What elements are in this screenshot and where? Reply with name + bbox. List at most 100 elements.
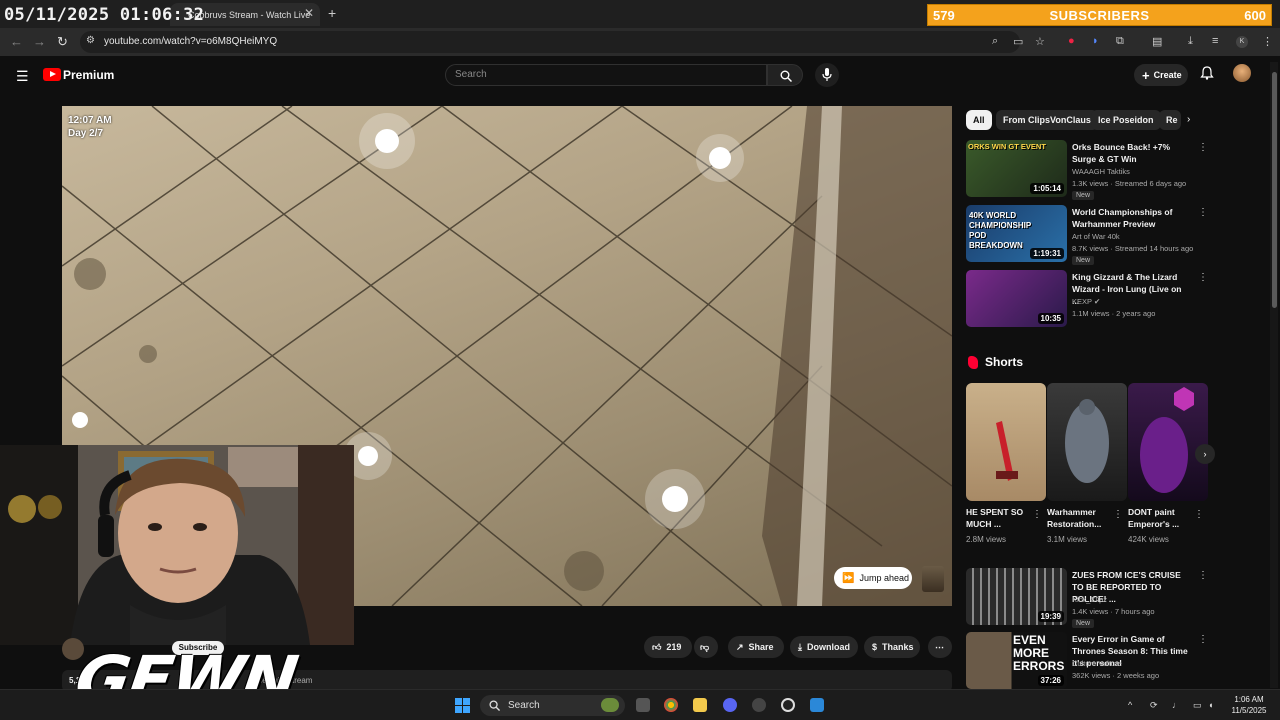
search-input[interactable]: Search [445,64,767,86]
thanks-label: Thanks [882,642,914,652]
purple-figure-icon [1140,387,1194,493]
profile-icon[interactable]: K [1236,36,1248,48]
video-thumbnail[interactable]: EVEN MORE ERRORS 37:26 [966,632,1067,689]
chip-ice-poseidon[interactable]: Ice Poseidon [1091,110,1161,130]
clock-app-icon[interactable] [781,698,795,712]
recommendation-item[interactable]: ORKS WIN GT EVENT 1:05:14 Orks Bounce Ba… [966,140,1208,200]
chip-from-clipsvonclaus[interactable]: From ClipsVonClaus [996,110,1098,130]
tray-overflow-icon[interactable]: ^ [1128,700,1132,710]
more-actions-button[interactable]: ⋯ [928,636,952,658]
jump-ahead-button[interactable]: ⏩ Jump ahead [834,567,912,589]
jump-ahead-label: Jump ahead [859,573,909,583]
create-button[interactable]: + Create [1134,64,1188,86]
guide-menu-icon[interactable]: ☰ [16,68,29,85]
more-vertical-icon[interactable]: ⋮ [1198,142,1208,153]
close-tab-icon[interactable]: ✕ [304,6,314,20]
thanks-button[interactable]: $ Thanks [864,636,920,658]
video-thumbnail[interactable]: ORKS WIN GT EVENT 1:05:14 [966,140,1067,197]
youtube-logo-icon[interactable] [43,68,61,81]
more-vertical-icon[interactable]: ⋮ [1198,570,1208,581]
obs-icon[interactable] [752,698,766,712]
browser-menu-icon[interactable]: ⋮ [1262,35,1273,48]
subscriber-goal-bar: 579 SUBSCRIBERS 600 [927,4,1272,26]
thumbnail-caption: 40K WORLD CHAMPIONSHIP POD BREAKDOWN [969,211,1032,250]
recommendation-item[interactable]: 10:35 King Gizzard & The Lizard Wizard -… [966,270,1208,330]
taskbar-clock[interactable]: 1:06 AM 11/5/2025 [1224,694,1274,716]
short-title[interactable]: HE SPENT SO MUCH ... [966,506,1028,530]
volume-tray-icon[interactable]: ◖ [1208,700,1213,710]
chip-all[interactable]: All [966,110,992,130]
jump-ahead-thumbnail[interactable] [922,566,944,592]
short-thumbnail[interactable] [966,383,1046,501]
site-info-icon[interactable]: ⚙ [86,35,95,46]
more-vertical-icon[interactable]: ⋮ [1198,634,1208,645]
download-icon[interactable]: ⤓ [1188,35,1193,48]
channel-name[interactable]: WAAAGH Taktiks [1072,167,1130,176]
short-thumbnail[interactable] [1047,383,1127,501]
extensions-puzzle-icon[interactable]: ⧉ [1116,35,1124,48]
video-thumbnail[interactable]: 40K WORLD CHAMPIONSHIP POD BREAKDOWN 1:1… [966,205,1067,262]
youtube-premium-label[interactable]: Premium [63,68,114,82]
search-placeholder: Search [455,69,487,80]
channel-name[interactable]: Art of War 40k [1072,232,1120,241]
short-title[interactable]: DONT paint Emperor's ... [1128,506,1190,530]
side-panel-icon[interactable]: ▤ [1152,35,1162,48]
video-title[interactable]: Orks Bounce Back! +7% Surge & GT Win [1072,141,1190,165]
display-tray-icon[interactable]: ▭ [1193,700,1202,711]
recommendation-item[interactable]: EVEN MORE ERRORS 37:26 Every Error in Ga… [966,632,1208,692]
share-button[interactable]: ↗ Share [728,636,784,658]
cast-icon[interactable]: ▭ [1013,35,1023,48]
short-thumbnail[interactable] [1128,383,1208,501]
more-vertical-icon[interactable]: ⋮ [1198,207,1208,218]
shorts-next-chevron-icon[interactable]: › [1195,444,1215,464]
more-vertical-icon[interactable]: ⋮ [1198,272,1208,283]
taskbar-search[interactable]: Search [480,695,625,716]
back-icon[interactable]: ← [10,34,23,49]
discord-icon[interactable] [723,698,737,712]
new-tab-icon[interactable]: + [328,5,336,21]
channel-name[interactable]: KEXP ✔ [1072,297,1100,306]
extension-icon[interactable]: ● [1068,35,1075,47]
webcam-scene [0,445,354,645]
shorts-heading: Shorts [985,355,1024,369]
voice-search-button[interactable] [815,63,839,87]
forward-icon[interactable]: → [33,34,46,49]
video-duration: 10:35 [1037,313,1064,324]
chip-partial[interactable]: Re [1159,110,1181,130]
extension-icon-2[interactable]: ◗ [1092,35,1099,47]
file-explorer-icon[interactable] [693,698,707,712]
like-button[interactable]: 👍︎ 219 [644,636,692,658]
zoom-icon[interactable]: ⌕ [992,35,998,48]
video-thumbnail[interactable]: 19:39 [966,568,1067,625]
video-title[interactable]: World Championships of Warhammer Preview [1072,206,1190,230]
channel-name[interactable]: Kick_Clipz [1072,595,1107,604]
recommendation-item[interactable]: 40K WORLD CHAMPIONSHIP POD BREAKDOWN 1:1… [966,205,1208,265]
windows-start-icon[interactable] [455,698,470,713]
bookmark-star-icon[interactable]: ☆ [1035,35,1045,48]
shorts-logo-icon [968,356,978,369]
task-view-icon[interactable] [636,698,650,712]
address-bar[interactable]: ⚙ youtube.com/watch?v=o6M8QHeiMYQ [80,31,1020,53]
video-thumbnail[interactable]: 10:35 [966,270,1067,327]
account-avatar[interactable] [1233,64,1251,82]
short-title[interactable]: Warhammer Restoration... [1047,506,1109,530]
more-vertical-icon[interactable]: ⋮ [1032,509,1042,520]
more-vertical-icon[interactable]: ⋮ [1113,509,1123,520]
dislike-button[interactable]: 👎︎ [694,636,718,658]
reading-list-icon[interactable]: ≡ [1212,35,1218,47]
scrollbar-thumb[interactable] [1272,72,1277,308]
notifications-bell-icon[interactable] [1200,66,1214,80]
download-button[interactable]: ⤓ Download [790,636,858,658]
more-vertical-icon[interactable]: ⋮ [1194,509,1204,520]
thumbs-down-icon: 👎︎ [700,641,710,652]
chrome-icon[interactable] [664,698,678,712]
channel-name-text: KEXP [1072,297,1092,306]
channel-name[interactable]: Culture Vulture [1072,659,1122,668]
mic-tray-icon[interactable]: ♩ [1172,700,1181,710]
chevron-right-icon[interactable]: › [1187,114,1190,125]
search-button[interactable] [767,64,803,86]
pinned-app-icon[interactable] [810,698,824,712]
recommendation-item[interactable]: 19:39 ZUES FROM ICE'S CRUISE TO BE REPOR… [966,568,1208,628]
reload-icon[interactable]: ↻ [57,34,68,50]
network-tray-icon[interactable]: ⟳ [1150,700,1158,711]
